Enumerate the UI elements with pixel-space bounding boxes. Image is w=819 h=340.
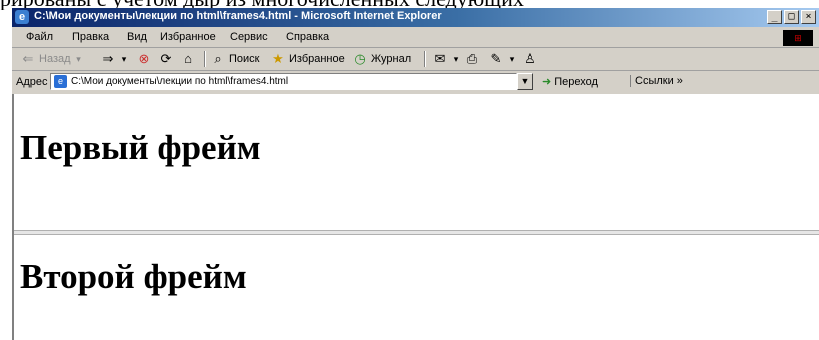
dropdown-arrow-icon: ▾: [453, 54, 459, 64]
forward-button[interactable]: ⇒ ▾: [100, 52, 129, 66]
messenger-button[interactable]: ♙: [522, 52, 538, 66]
favorites-icon: ★: [272, 51, 284, 66]
menu-file[interactable]: Файл: [26, 31, 53, 43]
print-button[interactable]: ⎙: [464, 52, 480, 66]
toolbar-separator: [424, 51, 426, 67]
window-title: C:\Мои документы\лекции по html\frames4.…: [34, 10, 442, 22]
stop-button[interactable]: ⊗: [136, 52, 152, 66]
address-bar: Адрес e C:\Мои документы\лекции по html\…: [12, 71, 819, 93]
page-icon: e: [54, 75, 67, 88]
menu-help[interactable]: Справка: [286, 31, 329, 43]
search-icon: ⌕: [214, 51, 222, 66]
favorites-label: Избранное: [289, 53, 345, 65]
back-arrow-icon: ⇐: [22, 51, 34, 66]
standard-toolbar: ⇐ Назад ▾ ⇒ ▾ ⊗ ⟳ ⌂ ⌕ Поиск ★ Избранное …: [12, 48, 819, 71]
address-label: Адрес: [16, 76, 48, 88]
go-arrow-icon: ➜: [542, 76, 552, 88]
browser-window: e C:\Мои документы\лекции по html\frames…: [12, 8, 819, 340]
first-frame-heading: Первый фрейм: [20, 128, 261, 167]
window-controls: _ □ ×: [767, 10, 816, 24]
history-icon: ◷: [354, 51, 366, 66]
first-frame: Первый фрейм: [14, 94, 819, 232]
dropdown-arrow-icon: ▾: [76, 54, 81, 64]
mail-button[interactable]: ✉ ▾: [432, 52, 461, 66]
go-label: Переход: [554, 75, 598, 88]
title-bar: e C:\Мои документы\лекции по html\frames…: [12, 8, 819, 27]
dropdown-arrow-icon: ▾: [121, 54, 127, 64]
history-label: Журнал: [371, 53, 412, 65]
back-label: Назад: [39, 53, 71, 65]
close-button[interactable]: ×: [801, 10, 816, 24]
second-frame: Второй фрейм: [14, 235, 819, 340]
maximize-button[interactable]: □: [784, 10, 799, 24]
address-value: C:\Мои документы\лекции по html\frames4.…: [71, 76, 289, 87]
menu-edit[interactable]: Правка: [72, 31, 109, 43]
menu-bar: Файл Правка Вид Избранное Сервис Справка…: [12, 28, 819, 48]
go-button[interactable]: ➜ Переход: [542, 75, 598, 89]
edit-icon: ✎: [490, 51, 502, 66]
favorites-button[interactable]: ★ Избранное: [270, 52, 345, 66]
history-button[interactable]: ◷ Журнал: [352, 52, 411, 66]
ie-logo-icon: e: [15, 10, 29, 24]
address-dropdown-button[interactable]: ▼: [517, 73, 533, 90]
mail-icon: ✉: [434, 51, 446, 66]
toolbar-separator: [204, 51, 206, 67]
minimize-button[interactable]: _: [767, 10, 782, 24]
content-viewport: Первый фрейм Второй фрейм: [12, 94, 819, 340]
refresh-icon: ⟳: [160, 51, 172, 66]
windows-logo-icon: ⊞: [783, 30, 813, 46]
print-icon: ⎙: [466, 51, 478, 66]
messenger-icon: ♙: [524, 51, 536, 66]
search-label: Поиск: [229, 53, 260, 65]
menu-favorites[interactable]: Избранное: [160, 31, 216, 43]
refresh-button[interactable]: ⟳: [158, 52, 174, 66]
forward-arrow-icon: ⇒: [102, 51, 114, 66]
address-input[interactable]: e C:\Мои документы\лекции по html\frames…: [50, 73, 517, 90]
home-icon: ⌂: [184, 51, 192, 66]
menu-view[interactable]: Вид: [127, 31, 147, 43]
home-button[interactable]: ⌂: [180, 52, 196, 66]
search-button[interactable]: ⌕ Поиск: [210, 52, 259, 66]
back-button[interactable]: ⇐ Назад ▾: [20, 52, 84, 66]
edit-button[interactable]: ✎ ▾: [488, 52, 517, 66]
menu-tools[interactable]: Сервис: [230, 31, 268, 43]
links-button[interactable]: Ссылки »: [630, 75, 683, 87]
stop-icon: ⊗: [138, 51, 150, 66]
second-frame-heading: Второй фрейм: [20, 257, 247, 296]
dropdown-arrow-icon: ▾: [509, 54, 515, 64]
